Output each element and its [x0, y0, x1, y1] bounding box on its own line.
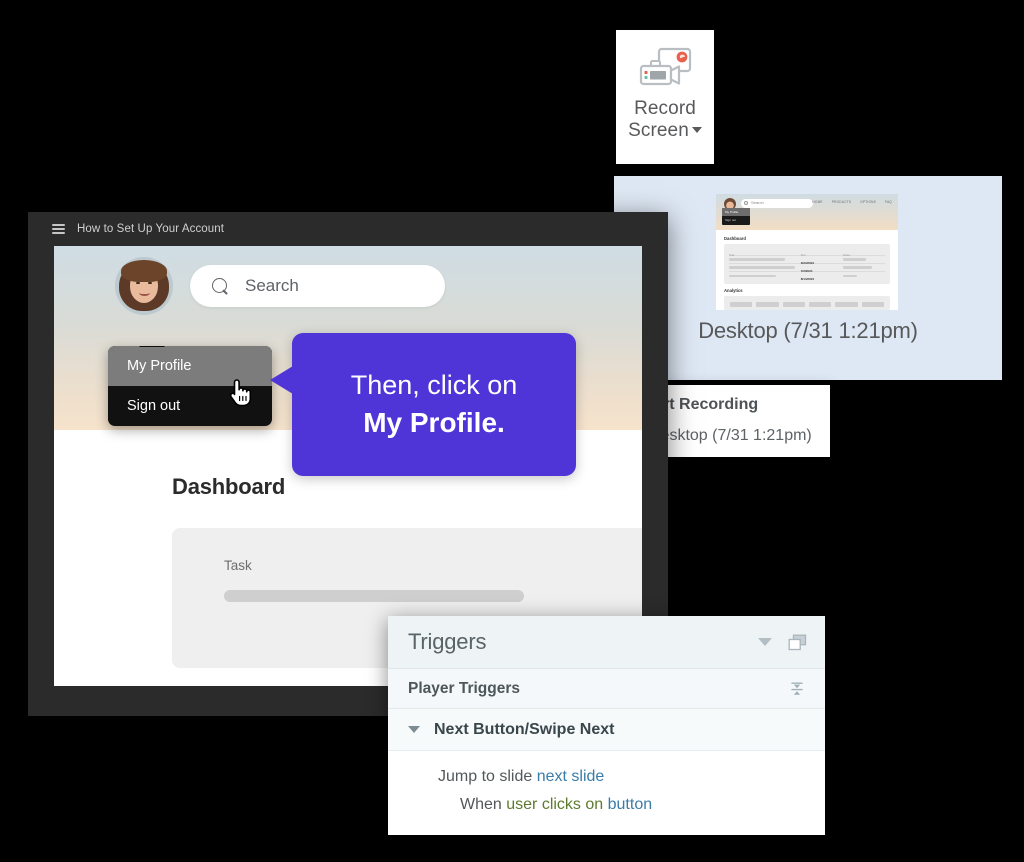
trigger-when-subject[interactable]: user clicks on	[506, 796, 607, 813]
record-screen-button[interactable]: Record Screen	[616, 30, 714, 164]
placeholder-bar	[842, 274, 858, 278]
preview-section-title: Dashboard	[724, 236, 746, 241]
trigger-action-prefix: Jump to slide	[438, 768, 537, 785]
placeholder-bar	[729, 258, 785, 261]
hand-cursor-icon	[229, 379, 252, 407]
hamburger-icon[interactable]	[52, 224, 65, 234]
record-label-line2: Screen	[628, 119, 689, 141]
preview-nav-item: PRODUCTS	[831, 200, 852, 204]
preview-body: Dashboard Task Due Status 3/24/2024 7/2/…	[716, 230, 898, 310]
recording-caption: Desktop (7/31 1:21pm)	[698, 318, 918, 343]
preview-nav-item: OPTIONS	[860, 200, 877, 204]
triggers-panel-title: Triggers	[408, 629, 487, 654]
placeholder-bar	[224, 590, 524, 602]
preview-search-bar: Search	[741, 199, 813, 208]
placeholder-bar	[842, 258, 867, 261]
trigger-action-target[interactable]: next slide	[537, 768, 605, 785]
triggers-panel-header: Triggers	[388, 616, 825, 669]
trigger-group-label: Next Button/Swipe Next	[434, 720, 615, 738]
preview-search-placeholder: Search	[751, 200, 764, 205]
task-column-header: Task	[224, 558, 252, 573]
video-camera-icon	[639, 47, 692, 86]
placeholder-bar	[729, 266, 795, 269]
player-triggers-label: Player Triggers	[408, 679, 521, 697]
editor-title-bar: How to Set Up Your Account	[28, 212, 668, 246]
recording-thumbnail-card[interactable]: Search HOME PRODUCTS OPTIONS FAQ My Prof…	[614, 176, 1002, 380]
record-label-line1: Record	[634, 98, 696, 119]
search-icon	[212, 277, 229, 295]
search-placeholder: Search	[245, 276, 299, 295]
preview-table: Task Due Status 3/24/2024 7/2/2024 8/14/…	[724, 244, 890, 284]
triggers-panel: Triggers Player Triggers Next Button/Swi…	[388, 616, 825, 835]
editor-title: How to Set Up Your Account	[77, 223, 225, 235]
avatar[interactable]	[115, 257, 173, 315]
triangle-down-icon[interactable]	[408, 726, 420, 733]
preview-dropdown: My Profile Sign out	[722, 208, 750, 225]
placeholder-bar	[842, 266, 873, 269]
player-triggers-row[interactable]: Player Triggers	[388, 669, 825, 709]
trigger-when-prefix: When	[460, 796, 507, 813]
recording-preview-frame: Search HOME PRODUCTS OPTIONS FAQ My Prof…	[716, 194, 898, 310]
dashboard-title: Dashboard	[172, 474, 286, 499]
restore-window-icon[interactable]	[788, 634, 807, 651]
profile-dropdown-menu[interactable]: My Profile Sign out	[108, 346, 272, 426]
chevron-down-icon[interactable]	[758, 638, 772, 646]
trigger-condition-row[interactable]: When user clicks on button	[438, 796, 825, 814]
trigger-group-row[interactable]: Next Button/Swipe Next	[388, 709, 825, 751]
screenshot-root: Record Screen Search HOME PRODUCTS OPTIO…	[0, 0, 1024, 862]
placeholder-bar	[729, 274, 777, 278]
search-icon	[744, 201, 748, 205]
preview-col-header: Task	[729, 253, 735, 257]
preview-menu-item: My Profile	[722, 208, 750, 216]
preview-nav-item: FAQ	[885, 200, 892, 204]
trigger-detail-rows: Jump to slide next slide When user click…	[388, 751, 825, 814]
record-screen-label: Record Screen	[628, 98, 702, 142]
collapse-all-icon[interactable]	[789, 681, 805, 697]
search-input[interactable]: Search	[190, 265, 445, 307]
preview-cell-date: 8/14/2024	[800, 277, 815, 281]
preview-analytics-title: Analytics	[724, 288, 743, 293]
preview-menu-item: Sign out	[725, 218, 737, 222]
preview-analytics-chart	[724, 296, 890, 310]
trigger-action-row[interactable]: Jump to slide next slide	[438, 768, 825, 786]
preview-hero: Search HOME PRODUCTS OPTIONS FAQ My Prof…	[716, 194, 898, 230]
callout-line1: Then, click on	[350, 370, 518, 401]
table-row: 8/14/2024	[729, 272, 885, 281]
trigger-when-object[interactable]: button	[608, 796, 652, 813]
preview-nav: HOME PRODUCTS OPTIONS FAQ	[812, 200, 892, 204]
preview-nav-item: HOME	[812, 200, 823, 204]
callout-line2: My Profile.	[363, 406, 505, 438]
preview-col-header: Status	[842, 253, 851, 257]
instruction-callout: Then, click on My Profile.	[270, 333, 576, 476]
chevron-down-icon[interactable]	[691, 126, 702, 133]
